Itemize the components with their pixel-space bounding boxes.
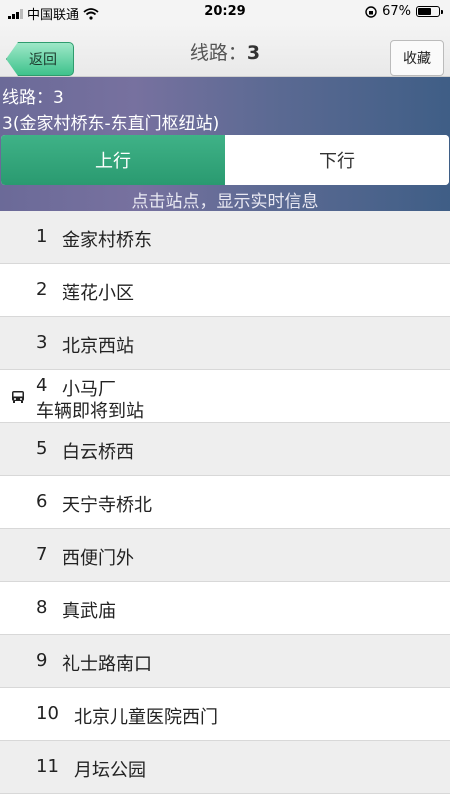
- hint-text: 点击站点，显示实时信息: [131, 192, 319, 212]
- route-name: 线路：3: [2, 88, 64, 108]
- stop-number: 8: [36, 597, 48, 618]
- stop-number: 10: [36, 703, 59, 724]
- stop-name: 西便门外: [62, 548, 134, 569]
- status-right: 67%: [365, 4, 443, 19]
- direction-up-button[interactable]: 上行: [1, 135, 225, 185]
- page-title: 线路：3: [0, 38, 450, 65]
- stop-item[interactable]: 5 白云桥西: [0, 423, 450, 476]
- stop-item[interactable]: 8 真武庙: [0, 582, 450, 635]
- battery-percent: 67%: [382, 4, 411, 19]
- battery-icon: [416, 6, 443, 17]
- page-title-prefix: 线路：: [189, 42, 247, 64]
- stop-name: 金家村桥东: [62, 230, 152, 251]
- stop-name: 莲花小区: [62, 283, 134, 304]
- stop-name: 北京西站: [62, 336, 134, 357]
- bus-icon: [12, 391, 24, 403]
- stop-item[interactable]: 4 小马厂 车辆即将到站: [0, 370, 450, 423]
- stop-number: 6: [36, 491, 48, 512]
- stop-name: 月坛公园: [74, 760, 146, 781]
- page-title-value: 3: [246, 42, 261, 64]
- nav-bar: 返回 线路：3 收藏: [0, 24, 450, 77]
- stop-item[interactable]: 1 金家村桥东: [0, 211, 450, 264]
- stop-number: 7: [36, 544, 48, 565]
- stop-name: 天宁寺桥北: [62, 495, 152, 516]
- stop-item[interactable]: 7 西便门外: [0, 529, 450, 582]
- stop-list: 1 金家村桥东 2 莲花小区 3 北京西站 4 小马厂 车辆即将到站 5 白云桥…: [0, 211, 450, 794]
- battery-fill: [418, 8, 431, 15]
- stop-number: 5: [36, 438, 48, 459]
- direction-toggle: 上行 下行: [1, 135, 449, 185]
- stop-name: 北京儿童医院西门: [74, 707, 218, 728]
- stop-item[interactable]: 10 北京儿童医院西门: [0, 688, 450, 741]
- status-bar: 中国联通 20:29 67%: [0, 0, 450, 24]
- stop-number: 1: [36, 226, 48, 247]
- stop-item[interactable]: 9 礼士路南口: [0, 635, 450, 688]
- stop-number: 11: [36, 756, 59, 777]
- stop-item[interactable]: 6 天宁寺桥北: [0, 476, 450, 529]
- stop-item[interactable]: 3 北京西站: [0, 317, 450, 370]
- stop-name: 白云桥西: [62, 442, 134, 463]
- route-full-name: 3(金家村桥东-东直门枢纽站): [2, 114, 220, 134]
- stop-number: 9: [36, 650, 48, 671]
- favorite-button[interactable]: 收藏: [390, 40, 444, 76]
- stop-number: 3: [36, 332, 48, 353]
- direction-down-button[interactable]: 下行: [225, 135, 449, 185]
- route-header: 线路：3 3(金家村桥东-东直门枢纽站) 上行 下行 点击站点，显示实时信息: [0, 77, 450, 212]
- stop-name: 真武庙: [62, 601, 116, 622]
- stop-number: 2: [36, 279, 48, 300]
- bus-arriving-note: 车辆即将到站: [36, 401, 144, 422]
- stop-item[interactable]: 11 月坛公园: [0, 741, 450, 794]
- stop-name: 礼士路南口: [62, 654, 152, 675]
- stop-number: 4: [36, 375, 48, 396]
- stop-item[interactable]: 2 莲花小区: [0, 264, 450, 317]
- rotation-lock-icon: [365, 5, 377, 18]
